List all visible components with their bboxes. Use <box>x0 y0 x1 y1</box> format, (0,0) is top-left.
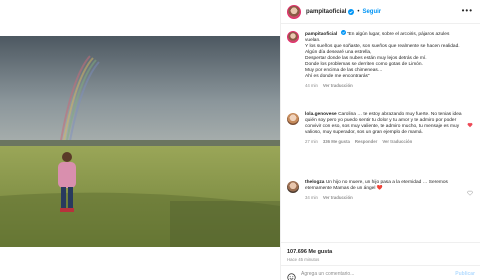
comment-translation-link[interactable]: Ver traducción <box>323 195 353 201</box>
comment-row: lola.genovese Carolina … te estoy abraza… <box>287 112 473 145</box>
verified-badge-icon <box>340 30 346 35</box>
post-header: pampitaoficial • Seguir ••• <box>281 0 480 24</box>
post-photo[interactable] <box>0 36 280 247</box>
caption-time: 44 min <box>305 83 318 88</box>
caption-username[interactable]: pampitaoficial <box>305 32 337 37</box>
comment-avatar[interactable] <box>287 113 299 125</box>
post-time: Hace 45 minutos <box>287 257 320 262</box>
comment-input[interactable] <box>301 270 451 277</box>
post-panel: pampitaoficial • Seguir ••• pampitaofici… <box>280 0 480 280</box>
caption-body: pampitaoficial “En algún lugar, sobre el… <box>305 30 465 89</box>
caption-text: “En algún lugar, sobre el arcoiris, pája… <box>305 32 460 79</box>
comment-body: thelogza Un hijo no muere, un hijo pasa … <box>305 180 465 201</box>
comment-avatar[interactable] <box>287 181 299 193</box>
comment-meta: 34 min Ver traducción <box>305 195 465 201</box>
add-comment-bar: Publicar <box>281 265 480 280</box>
comment-translation-link[interactable]: Ver traducción <box>382 139 412 145</box>
photo-illustration <box>0 36 280 247</box>
comment-text: Un hijo no muere, un hijo pasa a la eter… <box>305 180 448 191</box>
comment-likes[interactable]: 336 Me gusta <box>323 139 350 145</box>
caption-translation-link[interactable]: Ver traducción <box>323 83 353 89</box>
caption-meta: 44 min Ver traducción <box>305 83 465 89</box>
more-options-icon[interactable]: ••• <box>462 6 473 15</box>
follow-button[interactable]: Seguir <box>362 9 381 15</box>
comment-reply-button[interactable]: Responder <box>355 139 377 145</box>
comment-row: thelogza Un hijo no muere, un hijo pasa … <box>287 180 473 201</box>
comments-list[interactable]: pampitaoficial “En algún lugar, sobre el… <box>281 26 480 242</box>
author-username[interactable]: pampitaoficial <box>306 9 346 15</box>
emoji-icon[interactable] <box>287 269 296 280</box>
publish-button[interactable]: Publicar <box>455 271 475 277</box>
comment-time: 34 min <box>305 195 318 200</box>
comment-username[interactable]: thelogza <box>305 180 324 185</box>
author-avatar[interactable] <box>287 4 301 19</box>
comment-username[interactable]: lola.genovese <box>305 112 337 117</box>
separator-dot: • <box>357 8 360 15</box>
comment-meta: 27 min 336 Me gusta Responder Ver traduc… <box>305 139 465 145</box>
post-media <box>0 0 280 280</box>
heart-icon[interactable] <box>467 115 473 133</box>
comment-time: 27 min <box>305 139 318 144</box>
caption-avatar[interactable] <box>287 31 299 43</box>
likes-count[interactable]: 107.696 Me gusta <box>287 249 332 255</box>
verified-badge-icon <box>348 8 355 15</box>
caption-row: pampitaoficial “En algún lugar, sobre el… <box>287 30 473 89</box>
heart-icon[interactable] <box>467 183 473 201</box>
comment-body: lola.genovese Carolina … te estoy abraza… <box>305 112 465 145</box>
post-actions-bar: 107.696 Me gusta Hace 45 minutos Publica… <box>281 242 480 280</box>
